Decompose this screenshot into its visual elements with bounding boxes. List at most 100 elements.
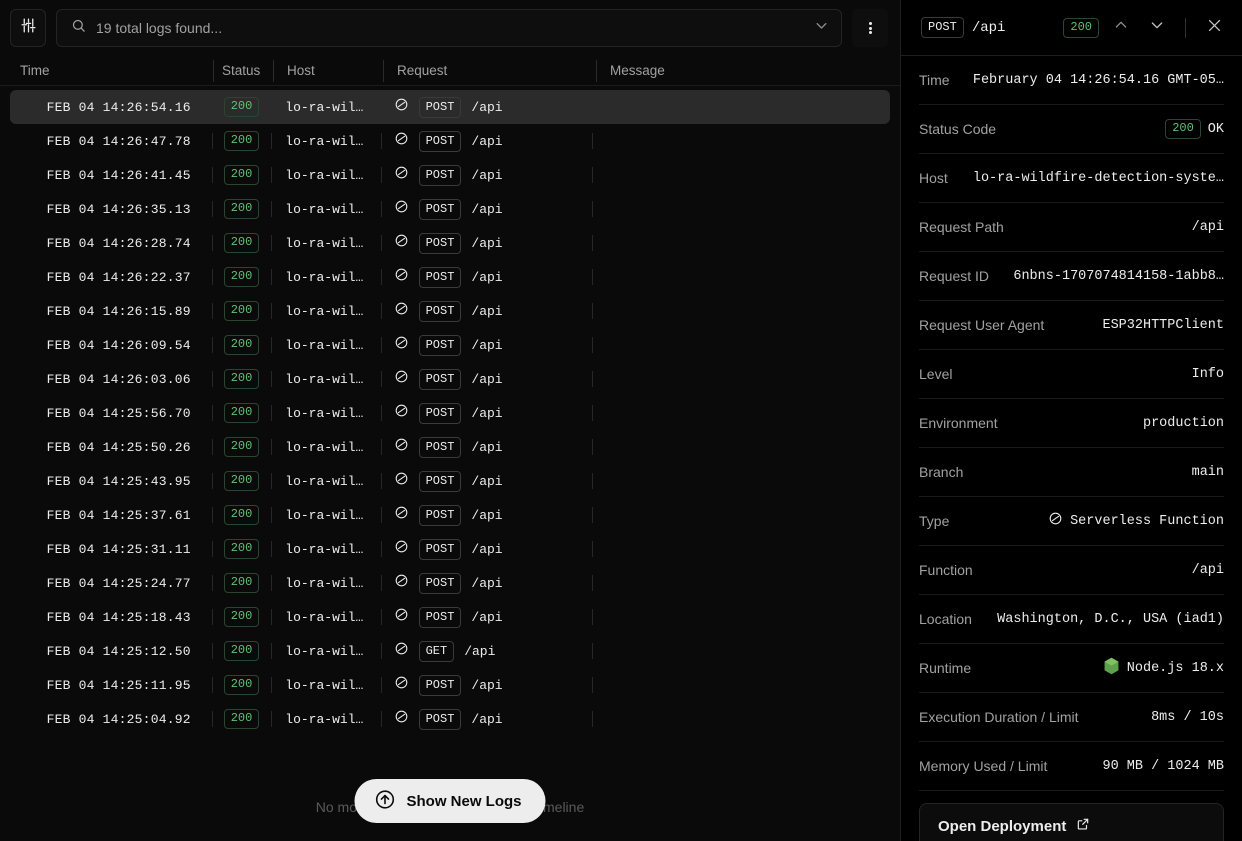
open-deployment-button[interactable]: Open Deployment [919,803,1224,841]
method-chip: POST [418,674,462,696]
detail-field-row: Function/api [919,546,1224,595]
request-path: /api [471,167,503,183]
detail-field-label: Function [919,562,973,578]
cell-request: POST/api [380,294,593,328]
table-row[interactable]: FEB 04 14:26:47.78 200 lo-ra-wil… POST/api [10,124,890,158]
cell-status: 200 [211,396,272,430]
method-chip: POST [418,368,462,390]
cell-time: FEB 04 14:26:28.74 [46,235,191,251]
table-row[interactable]: FEB 04 14:25:43.95 200 lo-ra-wil… POST/api [10,464,890,498]
log-detail-header: POST /api 200 [901,0,1242,56]
method-chip: POST [418,334,462,356]
column-header-host[interactable]: Host [273,56,383,86]
show-new-logs-label: Show New Logs [406,792,522,810]
table-row[interactable]: FEB 04 14:26:54.16 200 lo-ra-wil… POST/api [10,90,890,124]
status-badge: 200 [223,369,260,389]
cell-host: lo-ra-wil… [271,668,380,702]
column-header-message[interactable]: Message [596,56,896,86]
detail-status-code-badge: 200 [1165,119,1201,139]
more-options-button[interactable] [852,9,888,47]
previous-log-button[interactable] [1107,14,1135,42]
status-badge: 200 [223,471,260,491]
detail-field-label: Level [919,366,953,382]
serverless-function-icon [394,199,409,219]
table-row[interactable]: FEB 04 14:25:56.70 200 lo-ra-wil… POST/api [10,396,890,430]
cell-host: lo-ra-wil… [271,328,380,362]
table-row[interactable]: FEB 04 14:25:11.95 200 lo-ra-wil… POST/api [10,668,890,702]
column-header-time[interactable]: Time [0,56,213,86]
close-icon [1206,17,1223,39]
detail-field-value-wrap: 6nbns-1707074814158-1abb8… [1013,269,1224,284]
table-row[interactable]: FEB 04 14:25:04.92 200 lo-ra-wil… POST/api [10,702,890,736]
detail-status-badge: 200 [1063,17,1099,38]
cell-message [592,396,890,430]
header-divider [1185,17,1186,38]
detail-field-label: Host [919,170,948,186]
column-header-request[interactable]: Request [383,56,596,86]
column-header-status[interactable]: Status [213,56,273,86]
detail-field-value: February 04 14:26:54.16 GMT-05… [972,72,1224,88]
table-row[interactable]: FEB 04 14:25:31.11 200 lo-ra-wil… POST/api [10,532,890,566]
cell-request: POST/api [380,158,593,192]
request-path: /api [464,643,496,659]
method-chip: POST [418,232,462,254]
search-icon [71,18,86,38]
detail-field-label: Status Code [919,121,997,137]
detail-status-text: OK [1207,121,1224,137]
chevron-down-icon[interactable] [814,18,829,38]
external-link-icon [1076,817,1090,835]
filter-settings-button[interactable] [10,9,46,47]
detail-field-value-wrap: Node.js 18.x [1103,657,1224,680]
search-input[interactable]: 19 total logs found... [56,9,842,47]
cell-request: POST/api [380,362,593,396]
log-detail-fields: Time February 04 14:26:54.16 GMT-05… Statu… [901,56,1242,841]
table-row[interactable]: FEB 04 14:25:24.77 200 lo-ra-wil… POST/api [10,566,890,600]
show-new-logs-button[interactable]: Show New Logs [354,779,546,823]
serverless-function-icon [394,335,409,355]
close-detail-button[interactable] [1200,14,1228,42]
table-row[interactable]: FEB 04 14:25:50.26 200 lo-ra-wil… POST/api [10,430,890,464]
table-row[interactable]: FEB 04 14:26:09.54 200 lo-ra-wil… POST/api [10,328,890,362]
next-log-button[interactable] [1143,14,1171,42]
cell-message [592,430,890,464]
table-row[interactable]: FEB 04 14:25:12.50 200 lo-ra-wil… GET/api [10,634,890,668]
table-row[interactable]: FEB 04 14:25:37.61 200 lo-ra-wil… POST/api [10,498,890,532]
request-path: /api [471,269,503,285]
serverless-function-icon [394,267,409,287]
cell-time: FEB 04 14:26:47.78 [46,133,191,149]
cell-time: FEB 04 14:25:43.95 [46,473,191,489]
detail-field-row: Location Washington, D.C., USA (iad1) [919,595,1224,644]
request-path: /api [471,371,503,387]
cell-host: lo-ra-wil… [271,124,380,158]
sliders-icon [20,17,37,39]
request-path: /api [471,235,503,251]
request-path: /api [471,303,503,319]
table-row[interactable]: FEB 04 14:26:03.06 200 lo-ra-wil… POST/api [10,362,890,396]
cell-status: 200 [211,634,272,668]
method-chip: POST [418,708,462,730]
status-badge: 200 [223,233,260,253]
table-row[interactable]: FEB 04 14:26:35.13 200 lo-ra-wil… POST/api [10,192,890,226]
detail-field-row: Host lo-ra-wildfire-detection-syste… [919,154,1224,203]
cell-status: 200 [211,260,272,294]
detail-field-label: Environment [919,415,998,431]
detail-field-row: Execution Duration / Limit 8ms / 10s [919,693,1224,742]
status-badge: 200 [223,641,260,661]
table-row[interactable]: FEB 04 14:25:18.43 200 lo-ra-wil… POST/api [10,600,890,634]
serverless-function-icon [394,709,409,729]
detail-field-value-wrap: 90 MB / 1024 MB [1102,759,1224,774]
serverless-function-icon [394,131,409,151]
arrow-up-circle-icon [374,789,395,814]
detail-field-value: ESP32HTTPClient [1102,317,1224,333]
table-row[interactable]: FEB 04 14:26:41.45 200 lo-ra-wil… POST/api [10,158,890,192]
request-path: /api [471,541,503,557]
cell-host: lo-ra-wil… [271,566,380,600]
cell-request: POST/api [380,702,593,736]
table-row[interactable]: FEB 04 14:26:22.37 200 lo-ra-wil… POST/api [10,260,890,294]
cell-message [592,634,890,668]
cell-host: lo-ra-wil… [271,362,380,396]
cell-status: 200 [211,430,272,464]
table-row[interactable]: FEB 04 14:26:28.74 200 lo-ra-wil… POST/api [10,226,890,260]
table-row[interactable]: FEB 04 14:26:15.89 200 lo-ra-wil… POST/api [10,294,890,328]
detail-field-label: Type [919,513,950,529]
